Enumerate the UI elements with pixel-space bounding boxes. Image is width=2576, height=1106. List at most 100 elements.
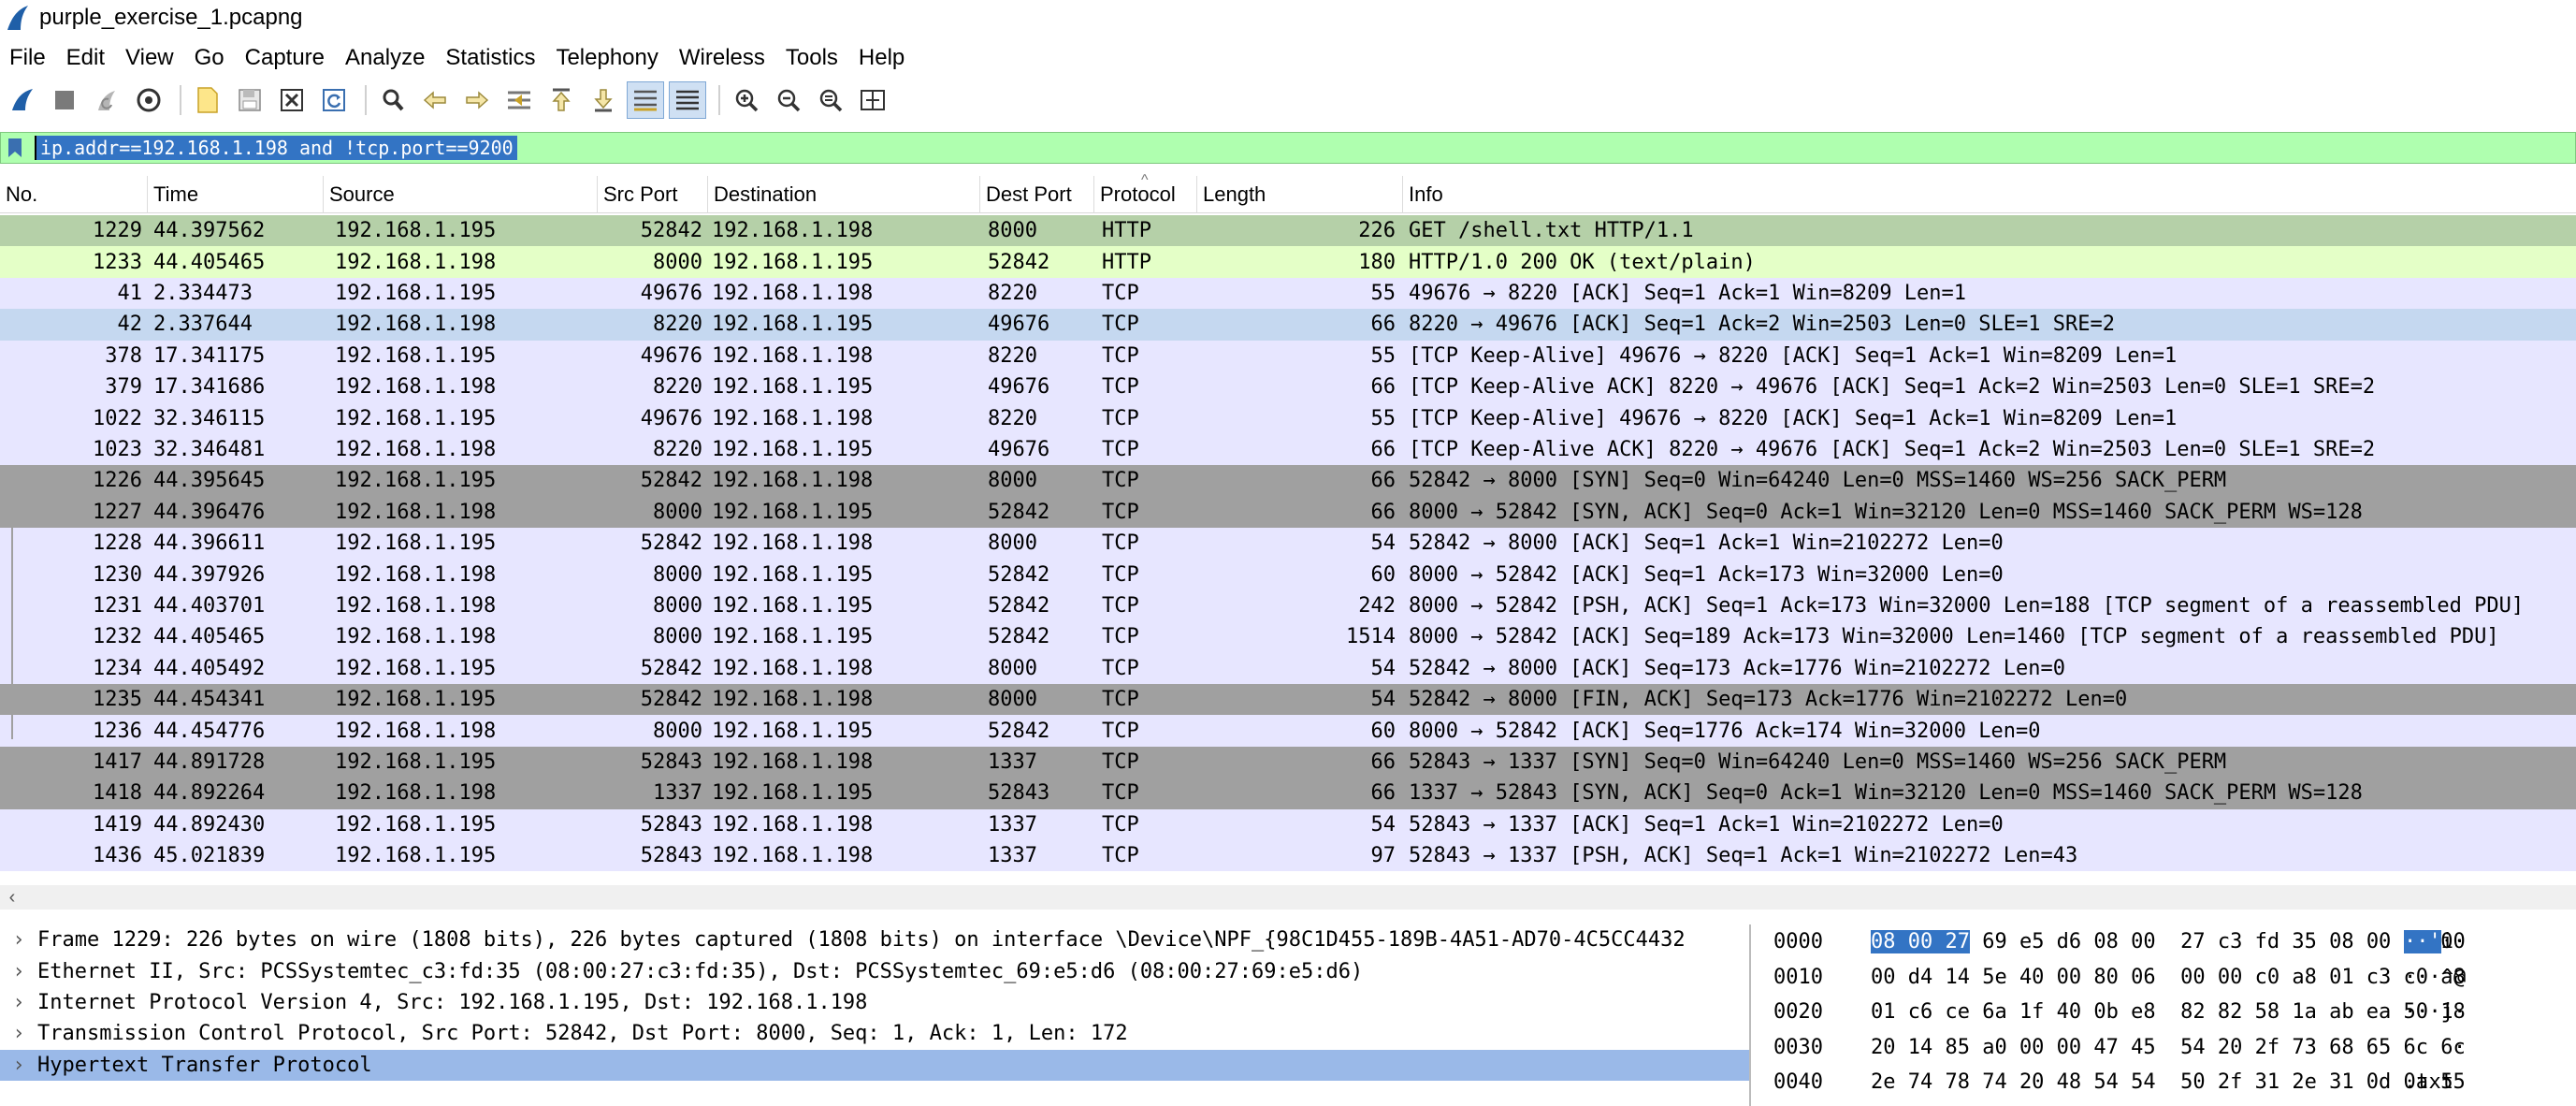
- forward-icon[interactable]: [458, 81, 496, 119]
- save-icon[interactable]: [231, 81, 268, 119]
- column-destination[interactable]: Destination: [708, 175, 980, 213]
- column-protocol[interactable]: ^ Protocol: [1094, 172, 1197, 213]
- hex-bytes[interactable]: 08 00 27 69 e5 d6 08 00 27 c3 fd 35 08 0…: [1852, 930, 2466, 954]
- go-to-packet-icon[interactable]: [500, 81, 538, 119]
- hex-ascii[interactable]: .txt: [2400, 1070, 2466, 1094]
- hex-bytes[interactable]: 00 d4 14 5e 40 00 80 06 00 00 c0 a8 01 c…: [1852, 966, 2466, 989]
- packet-bytes-pane[interactable]: 0000 08 00 27 69 e5 d6 08 00 27 c3 fd 35 …: [1758, 924, 2576, 1106]
- detail-tree-row[interactable]: › Transmission Control Protocol, Src Port…: [0, 1018, 1749, 1049]
- expand-chevron-icon[interactable]: ›: [0, 991, 37, 1014]
- packet-list-scrollbar[interactable]: ‹: [0, 885, 2576, 910]
- capture-options-icon[interactable]: [130, 81, 167, 119]
- packet-no: 1233: [93, 250, 142, 274]
- expand-chevron-icon[interactable]: ›: [0, 1054, 37, 1077]
- packet-row[interactable]: 1236 44.454776 192.168.1.198 8000 192.168.1.…: [0, 715, 2576, 747]
- menu-telephony[interactable]: Telephony: [546, 45, 669, 71]
- packet-source: 192.168.1.198: [335, 500, 497, 524]
- column-length[interactable]: Length: [1197, 175, 1403, 213]
- normal-size-icon[interactable]: [812, 81, 849, 119]
- last-packet-icon[interactable]: [585, 81, 622, 119]
- packet-info: 8220 → 49676 [ACK] Seq=1 Ack=2 Win=2503 …: [1409, 313, 2115, 337]
- packet-protocol: TCP: [1102, 812, 1139, 837]
- menu-edit[interactable]: Edit: [57, 45, 116, 71]
- reload-icon[interactable]: [315, 81, 353, 119]
- hex-ascii[interactable]: ···^@: [2400, 966, 2466, 989]
- packet-row[interactable]: 42 2.337644 192.168.1.198 8220 192.168.1.195…: [0, 309, 2576, 341]
- packet-protocol: TCP: [1102, 593, 1139, 618]
- hex-bytes[interactable]: 20 14 85 a0 00 00 47 45 54 20 2f 73 68 6…: [1852, 1036, 2466, 1059]
- close-file-icon[interactable]: [273, 81, 311, 119]
- first-packet-icon[interactable]: [543, 81, 580, 119]
- menu-wireless[interactable]: Wireless: [670, 45, 776, 71]
- detail-tree-row[interactable]: › Ethernet II, Src: PCSSystemtec_c3:fd:35…: [0, 955, 1749, 986]
- find-icon[interactable]: [374, 81, 412, 119]
- packet-row[interactable]: 1229 44.397562 192.168.1.195 52842 192.168.1…: [0, 215, 2576, 247]
- hex-ascii[interactable]: ·: [2400, 1036, 2466, 1059]
- packet-row[interactable]: 1419 44.892430 192.168.1.195 52843 192.168.1…: [0, 808, 2576, 840]
- packet-info: 8000 → 52842 [ACK] Seq=189 Ack=173 Win=3…: [1409, 625, 2499, 649]
- packet-row[interactable]: 41 2.334473 192.168.1.195 49676 192.168.1.19…: [0, 277, 2576, 310]
- resize-columns-icon[interactable]: [854, 81, 891, 119]
- hex-selected-bytes[interactable]: 08 00 27: [1871, 930, 1970, 954]
- zoom-out-icon[interactable]: [770, 81, 807, 119]
- packet-details-pane[interactable]: › Frame 1229: 226 bytes on wire (1808 bit…: [0, 924, 1751, 1106]
- packet-row[interactable]: 1233 44.405465 192.168.1.198 8000 192.168.1.…: [0, 246, 2576, 278]
- detail-tree-row[interactable]: › Internet Protocol Version 4, Src: 192.1…: [0, 987, 1749, 1018]
- autoscroll-icon[interactable]: [627, 81, 664, 119]
- expand-chevron-icon[interactable]: ›: [0, 960, 37, 983]
- column-dest-port[interactable]: Dest Port: [980, 175, 1094, 213]
- packet-row[interactable]: 1227 44.396476 192.168.1.198 8000 192.168.1.…: [0, 496, 2576, 528]
- hex-bytes[interactable]: 01 c6 ce 6a 1f 40 0b e8 82 82 58 1a ab e…: [1852, 1000, 2466, 1024]
- open-file-icon[interactable]: [189, 81, 226, 119]
- menu-view[interactable]: View: [116, 45, 185, 71]
- column-src-port[interactable]: Src Port: [598, 175, 708, 213]
- menu-capture[interactable]: Capture: [236, 45, 336, 71]
- hex-offset: 0020: [1773, 1000, 1823, 1025]
- menu-help[interactable]: Help: [849, 45, 916, 71]
- packet-row[interactable]: 379 17.341686 192.168.1.198 8220 192.168.1.1…: [0, 371, 2576, 403]
- packet-row[interactable]: 1022 32.346115 192.168.1.195 49676 192.168.1…: [0, 402, 2576, 434]
- packet-list[interactable]: 1229 44.397562 192.168.1.195 52842 192.168.1…: [0, 215, 2576, 885]
- column-time[interactable]: Time: [148, 175, 324, 213]
- shark-fin-start-icon[interactable]: [4, 81, 41, 119]
- menu-file[interactable]: File: [0, 45, 57, 71]
- packet-destination: 192.168.1.198: [712, 656, 874, 680]
- packet-row[interactable]: 1023 32.346481 192.168.1.198 8220 192.168.1.…: [0, 433, 2576, 466]
- bookmark-icon[interactable]: [1, 133, 29, 163]
- display-filter-input[interactable]: ip.addr==192.168.1.198 and !tcp.port==92…: [35, 136, 517, 160]
- hex-ascii[interactable]: ···j·: [2400, 1000, 2466, 1024]
- packet-src-port: 52843: [640, 844, 702, 868]
- packet-row[interactable]: 1417 44.891728 192.168.1.195 52843 192.168.1…: [0, 746, 2576, 779]
- hex-ascii[interactable]: ··'i·: [2400, 930, 2466, 954]
- packet-destination: 192.168.1.198: [712, 844, 874, 868]
- zoom-in-icon[interactable]: [728, 81, 765, 119]
- column-no[interactable]: No.: [0, 175, 148, 213]
- restart-icon[interactable]: [88, 81, 125, 119]
- menu-statistics[interactable]: Statistics: [436, 45, 546, 71]
- stop-icon[interactable]: [46, 81, 83, 119]
- packet-row[interactable]: 1231 44.403701 192.168.1.198 8000 192.168.1.…: [0, 589, 2576, 622]
- menu-analyze[interactable]: Analyze: [336, 45, 436, 71]
- packet-row[interactable]: 1228 44.396611 192.168.1.195 52842 192.168.1…: [0, 528, 2576, 560]
- menu-go[interactable]: Go: [185, 45, 236, 71]
- column-source[interactable]: Source: [324, 175, 598, 213]
- menu-tools[interactable]: Tools: [776, 45, 849, 71]
- packet-row[interactable]: 1226 44.395645 192.168.1.195 52842 192.168.1…: [0, 465, 2576, 497]
- packet-row[interactable]: 1436 45.021839 192.168.1.195 52843 192.168.1…: [0, 840, 2576, 872]
- packet-row[interactable]: 1234 44.405492 192.168.1.195 52842 192.168.1…: [0, 652, 2576, 684]
- packet-row[interactable]: 1235 44.454341 192.168.1.195 52842 192.168.1…: [0, 684, 2576, 716]
- hex-bytes[interactable]: 2e 74 78 74 20 48 54 54 50 2f 31 2e 31 0…: [1852, 1070, 2466, 1094]
- packet-row[interactable]: 1232 44.405465 192.168.1.198 8000 192.168.1.…: [0, 621, 2576, 653]
- scroll-left-icon[interactable]: ‹: [0, 887, 24, 909]
- detail-tree-row[interactable]: › Hypertext Transfer Protocol: [0, 1049, 1749, 1081]
- packet-time: 17.341175: [153, 343, 266, 368]
- detail-tree-row[interactable]: › Frame 1229: 226 bytes on wire (1808 bit…: [0, 924, 1749, 955]
- colorize-icon[interactable]: [669, 81, 706, 119]
- expand-chevron-icon[interactable]: ›: [0, 1022, 37, 1045]
- packet-row[interactable]: 1230 44.397926 192.168.1.198 8000 192.168.1.…: [0, 559, 2576, 590]
- packet-row[interactable]: 1418 44.892264 192.168.1.198 1337 192.168.1.…: [0, 778, 2576, 809]
- column-info[interactable]: Info: [1403, 176, 2576, 213]
- back-icon[interactable]: [416, 81, 454, 119]
- expand-chevron-icon[interactable]: ›: [0, 928, 37, 952]
- packet-row[interactable]: 378 17.341175 192.168.1.195 49676 192.168.1.…: [0, 340, 2576, 371]
